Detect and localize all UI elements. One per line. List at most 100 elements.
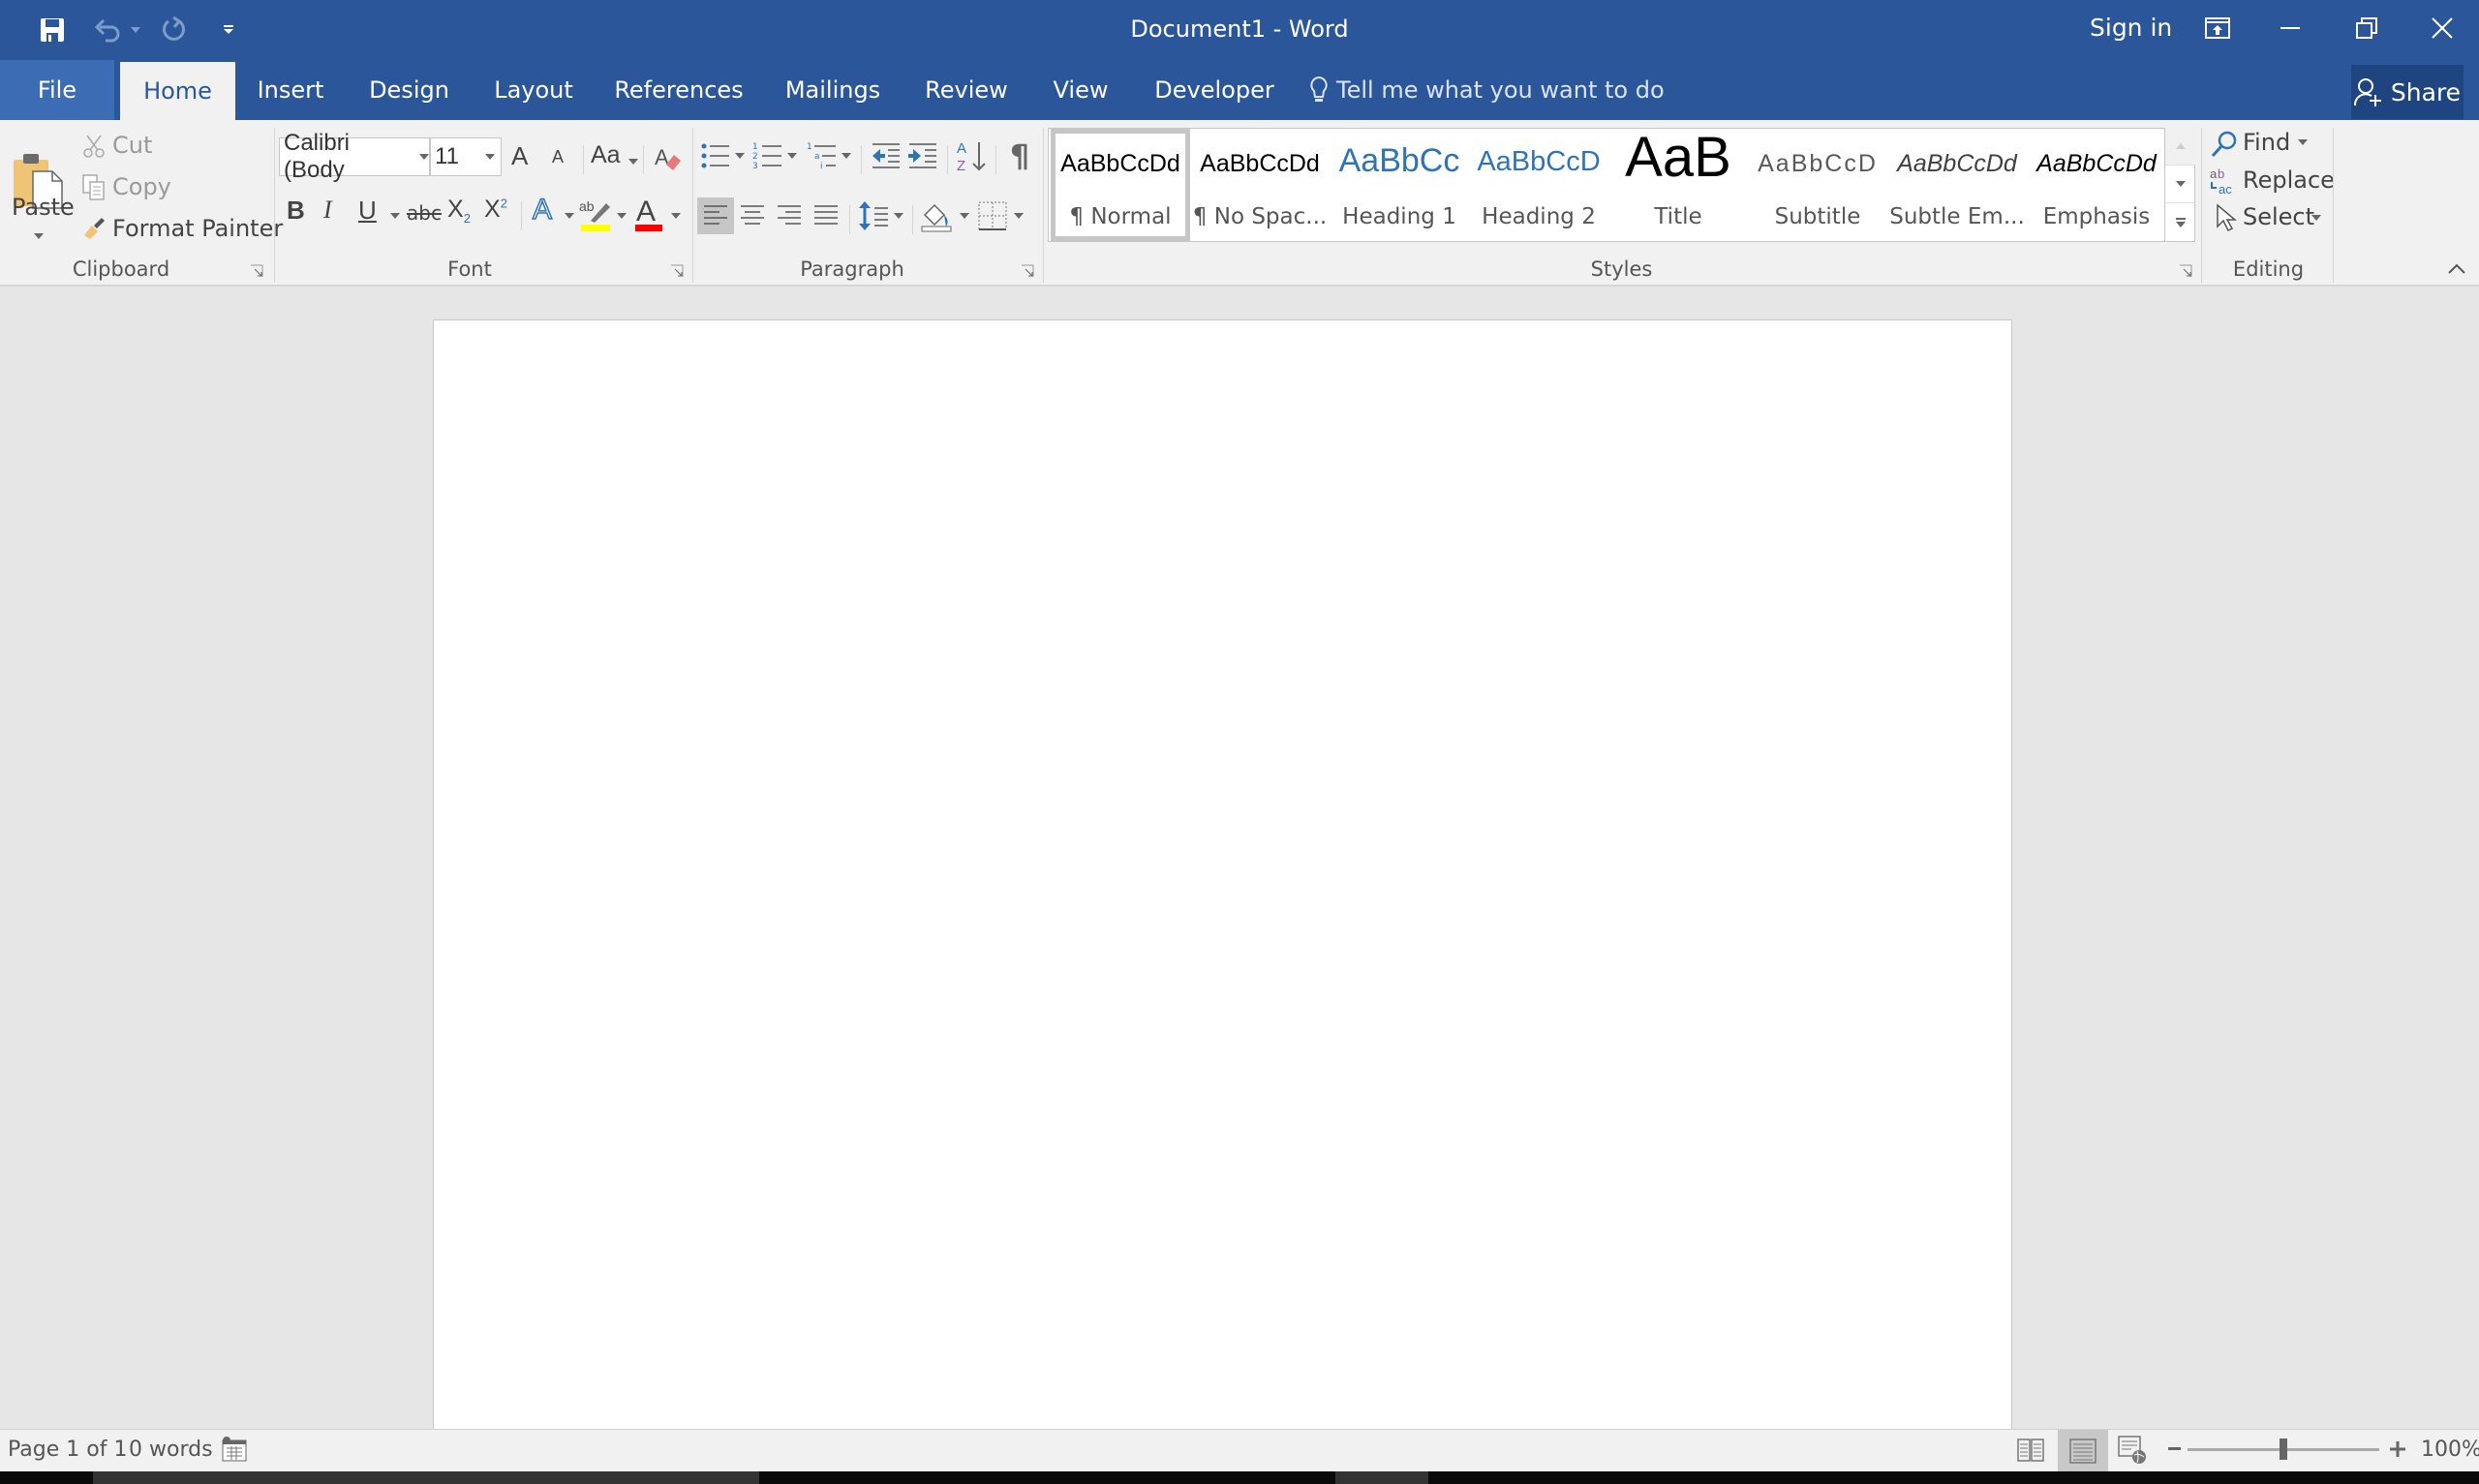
zoom-in-icon[interactable] <box>2386 1438 2409 1461</box>
tab-references[interactable]: References <box>606 60 751 120</box>
restore-icon[interactable] <box>2330 0 2403 56</box>
proofing-icon[interactable] <box>221 1436 248 1463</box>
copy-button[interactable]: Copy <box>112 173 171 200</box>
shading-icon[interactable] <box>920 197 955 234</box>
numbering-dropdown-icon[interactable] <box>786 151 798 161</box>
page-count[interactable]: Page 1 of 1 <box>8 1438 127 1462</box>
undo-dropdown-icon[interactable] <box>124 12 147 48</box>
zoom-out-icon[interactable] <box>2165 1439 2185 1459</box>
replace-button[interactable]: Replace <box>2243 167 2335 194</box>
styles-dialog-launcher-icon[interactable] <box>2179 263 2192 277</box>
redo-icon[interactable] <box>155 12 194 48</box>
borders-dropdown-icon[interactable] <box>1013 211 1025 221</box>
shading-dropdown-icon[interactable] <box>959 211 970 221</box>
font-color-dropdown-icon[interactable] <box>670 211 682 221</box>
change-case-button[interactable]: Aa <box>591 141 621 169</box>
line-spacing-dropdown-icon[interactable] <box>893 211 904 221</box>
highlight-icon[interactable]: ab <box>579 196 612 234</box>
change-case-dropdown-icon[interactable] <box>627 157 639 167</box>
borders-icon[interactable] <box>976 197 1009 234</box>
font-color-icon[interactable]: A <box>631 194 666 234</box>
gallery-scroll-up-icon[interactable] <box>2165 128 2196 166</box>
multilevel-dropdown-icon[interactable] <box>841 151 852 161</box>
close-icon[interactable] <box>2405 0 2479 56</box>
undo-icon[interactable] <box>89 12 128 48</box>
tab-design[interactable]: Design <box>358 60 460 120</box>
zoom-level[interactable]: 100% <box>2421 1438 2479 1462</box>
text-effects-dropdown-icon[interactable] <box>564 211 575 221</box>
word-count[interactable]: 0 words <box>129 1438 213 1462</box>
text-effects-button[interactable]: A <box>532 193 553 227</box>
share-button[interactable]: Share <box>2351 65 2464 119</box>
zoom-slider[interactable] <box>2188 1439 2379 1460</box>
bullets-icon[interactable] <box>699 139 732 172</box>
web-layout-icon[interactable] <box>2117 1434 2148 1467</box>
select-button[interactable]: Select <box>2243 203 2314 230</box>
save-icon[interactable] <box>33 12 72 48</box>
align-center-icon[interactable] <box>734 197 771 234</box>
font-size-dropdown-icon[interactable] <box>485 154 495 160</box>
tab-developer[interactable]: Developer <box>1147 60 1282 120</box>
document-page[interactable] <box>433 319 2012 1429</box>
show-formatting-marks-icon[interactable]: ¶ <box>1003 137 1036 174</box>
minimize-icon[interactable] <box>2254 0 2328 56</box>
superscript-button[interactable]: X2 <box>484 196 507 224</box>
paste-dropdown-icon[interactable] <box>29 227 48 246</box>
select-dropdown-icon[interactable] <box>2311 213 2322 223</box>
clipboard-dialog-launcher-icon[interactable] <box>250 263 263 277</box>
tab-insert[interactable]: Insert <box>244 60 337 120</box>
zoom-slider-thumb[interactable] <box>2280 1439 2287 1460</box>
increase-indent-icon[interactable] <box>906 139 939 172</box>
highlight-dropdown-icon[interactable] <box>616 211 627 221</box>
customize-quick-access-icon[interactable] <box>209 12 248 48</box>
sort-icon[interactable]: AZ <box>955 137 988 174</box>
align-left-icon[interactable] <box>697 197 734 234</box>
shrink-font-button[interactable]: A <box>552 147 564 167</box>
numbering-icon[interactable]: 123 <box>751 139 784 172</box>
tab-file[interactable]: File <box>0 60 114 120</box>
grow-font-button[interactable]: A <box>511 141 528 171</box>
italic-button[interactable]: I <box>323 196 332 225</box>
tab-view[interactable]: View <box>1040 60 1121 120</box>
tab-home[interactable]: Home <box>120 62 235 120</box>
underline-dropdown-icon[interactable] <box>389 211 401 221</box>
justify-icon[interactable] <box>808 197 844 234</box>
font-name-combo[interactable]: Calibri (Body <box>279 130 430 183</box>
cut-button[interactable]: Cut <box>112 132 152 159</box>
font-name-dropdown-icon[interactable] <box>419 154 429 160</box>
font-size-combo[interactable]: 11 <box>430 137 502 176</box>
align-right-icon[interactable] <box>771 197 808 234</box>
ribbon-display-options-icon[interactable] <box>2181 0 2254 56</box>
style-subtitle[interactable]: AaBbCcD Subtitle <box>1748 129 1887 241</box>
font-dialog-launcher-icon[interactable] <box>670 263 684 277</box>
style-emphasis[interactable]: AaBbCcDd Emphasis <box>2027 129 2166 241</box>
style-heading-1[interactable]: AaBbCc Heading 1 <box>1330 129 1469 241</box>
line-spacing-icon[interactable] <box>856 197 891 234</box>
strikethrough-button[interactable]: abc <box>407 201 442 225</box>
style-no-spacing[interactable]: AaBbCcDd ¶ No Spac... <box>1190 129 1330 241</box>
sign-in-link[interactable]: Sign in <box>2090 14 2172 42</box>
read-mode-icon[interactable] <box>2016 1436 2045 1465</box>
decrease-indent-icon[interactable] <box>870 139 903 172</box>
print-layout-icon[interactable] <box>2058 1430 2108 1472</box>
bullets-dropdown-icon[interactable] <box>734 151 746 161</box>
gallery-scroll-down-icon[interactable] <box>2165 166 2196 203</box>
format-painter-button[interactable]: Format Painter <box>112 215 283 242</box>
clear-formatting-icon[interactable]: A <box>651 141 684 174</box>
collapse-ribbon-icon[interactable] <box>2442 257 2471 281</box>
gallery-more-icon[interactable] <box>2165 203 2196 241</box>
multilevel-list-icon[interactable]: 1ai <box>806 139 839 172</box>
style-heading-2[interactable]: AaBbCcD Heading 2 <box>1469 129 1608 241</box>
paragraph-dialog-launcher-icon[interactable] <box>1021 263 1034 277</box>
tell-me-search[interactable]: Tell me what you want to do <box>1309 60 1665 120</box>
bold-button[interactable]: B <box>287 196 305 226</box>
tab-mailings[interactable]: Mailings <box>775 60 891 120</box>
subscript-button[interactable]: X2 <box>447 196 471 226</box>
style-title[interactable]: AaB Title <box>1608 126 1748 241</box>
tab-layout[interactable]: Layout <box>484 60 583 120</box>
style-normal[interactable]: AaBbCcDd ¶ Normal <box>1051 129 1190 241</box>
underline-button[interactable]: U <box>358 196 377 226</box>
style-subtle-emphasis[interactable]: AaBbCcDd Subtle Em... <box>1887 129 2027 241</box>
find-button[interactable]: Find <box>2243 129 2290 156</box>
tab-review[interactable]: Review <box>916 60 1017 120</box>
